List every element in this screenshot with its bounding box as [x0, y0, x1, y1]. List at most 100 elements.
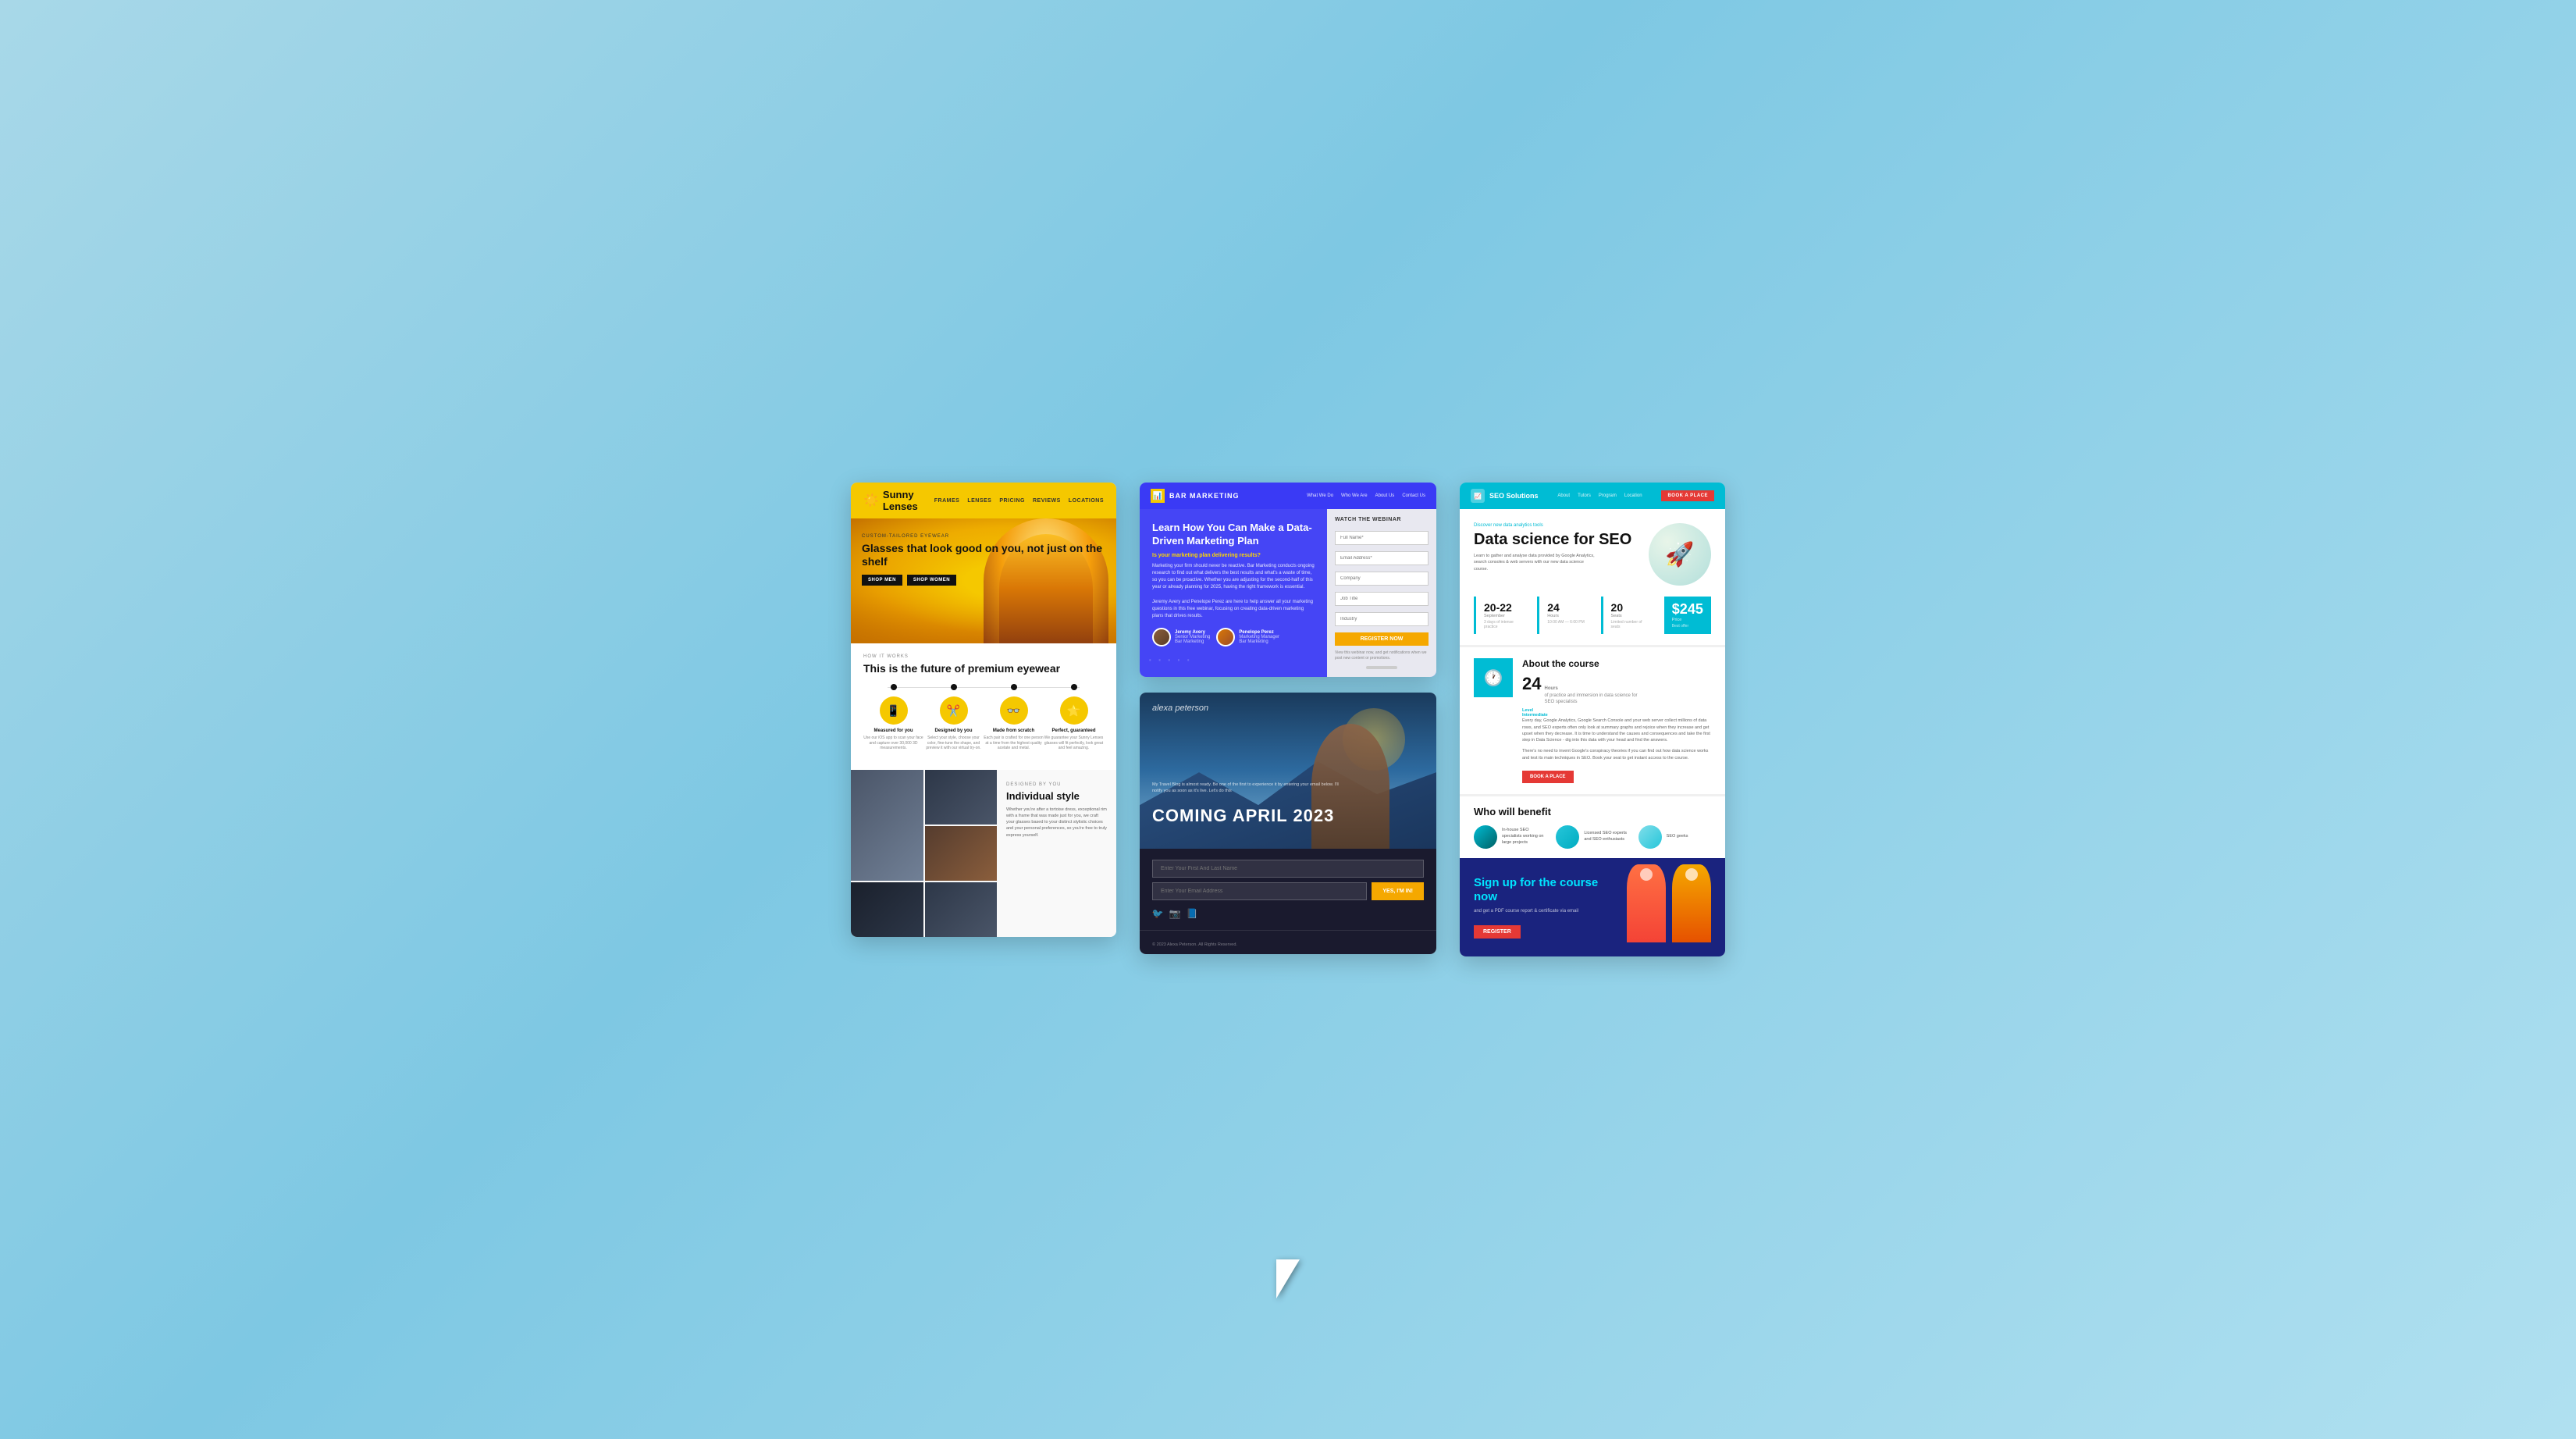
step-desc: Each pair is crafted for one person at a…: [984, 736, 1044, 751]
eyewear-hero-subtitle: CUSTOM-TAILORED EYEWEAR: [862, 534, 1116, 539]
jobtitle-input[interactable]: [1335, 592, 1429, 606]
eyewear-hero-text: CUSTOM-TAILORED EYEWEAR Glasses that loo…: [862, 534, 1116, 586]
marketing-nav-whoweare[interactable]: Who We Are: [1341, 493, 1368, 498]
seo-hero-rocket: 🚀: [1649, 523, 1711, 586]
benefit-icon-1: [1474, 825, 1497, 849]
step-made: 👓 Made from scratch Each pair is crafted…: [984, 684, 1044, 751]
about-hours-num: 24 Hours of practice and immersion in da…: [1522, 674, 1711, 705]
travel-hero: alexa peterson COMING APRIL 2023 My Trav…: [1140, 693, 1436, 849]
marketing-body: Learn How You Can Make a Data-Driven Mar…: [1140, 509, 1436, 677]
marketing-main-title: Learn How You Can Make a Data-Driven Mar…: [1152, 522, 1315, 548]
travel-coming-title: COMING APRIL 2023: [1152, 807, 1334, 825]
speaker-1-info: Jeremy Avery Senior Marketing Bar Market…: [1175, 630, 1210, 644]
deco-dots: · · · · ·: [1147, 651, 1191, 669]
woman-figure: [1627, 864, 1666, 942]
seo-nav-location[interactable]: Location: [1624, 493, 1642, 498]
speaker-2-avatar: [1216, 628, 1235, 646]
speaker-1: Jeremy Avery Senior Marketing Bar Market…: [1152, 628, 1210, 646]
seo-nav-about[interactable]: About: [1557, 493, 1570, 498]
speaker-1-avatar: [1152, 628, 1171, 646]
about-desc-sub: There's no need to invent Google's consp…: [1522, 748, 1711, 761]
about-title: About the course: [1522, 658, 1711, 669]
how-it-works-title: This is the future of premium eyewear: [863, 662, 1104, 675]
eyewear-hero: CUSTOM-TAILORED EYEWEAR Glasses that loo…: [851, 518, 1116, 643]
figure-woman: [1627, 872, 1666, 942]
fullname-input[interactable]: [1335, 531, 1429, 545]
step-dot: [951, 684, 957, 690]
stat-price-sub: Best offer: [1672, 624, 1703, 629]
travel-social-links: 🐦 📷 📘: [1152, 908, 1424, 919]
shop-women-button[interactable]: SHOP WOMEN: [907, 575, 956, 586]
style-desc: Whether you're after a tortoise dress, e…: [1006, 807, 1107, 839]
form-note: View this webinar now, and get notificat…: [1335, 650, 1429, 661]
benefit-1: In-house SEO specialists working on larg…: [1474, 825, 1546, 849]
eyewear-nav-frames[interactable]: FRAMES: [934, 498, 960, 504]
eyewear-navbar: ☀️ Sunny Lenses FRAMES LENSES PRICING RE…: [851, 483, 1116, 518]
marketing-form: WATCH THE WEBINAR REGISTER NOW View this…: [1327, 509, 1436, 677]
how-it-works-section: HOW IT WORKS This is the future of premi…: [851, 643, 1116, 770]
step-perfect: ⭐ Perfect, guaranteed We guarantee your …: [1044, 684, 1104, 751]
facebook-icon[interactable]: 📘: [1187, 908, 1197, 919]
watch-webinar-title: WATCH THE WEBINAR: [1335, 517, 1429, 522]
seo-nav-program[interactable]: Program: [1599, 493, 1617, 498]
twitter-icon[interactable]: 🐦: [1152, 908, 1163, 919]
email-input[interactable]: [1152, 882, 1367, 900]
seo-navbar: 📈 SEO Solutions About Tutors Program Loc…: [1460, 483, 1725, 509]
step-desc: We guarantee your Sunny Lenses glasses w…: [1044, 736, 1104, 751]
marketing-left-content: Learn How You Can Make a Data-Driven Mar…: [1140, 509, 1327, 677]
designed-icon: ✂️: [940, 696, 968, 725]
stat-hours-label: Hours: [1547, 614, 1586, 618]
eyewear-nav-locations[interactable]: LOCATIONS: [1069, 498, 1104, 504]
stat-dates-sub: 3 days of intense practice: [1484, 620, 1523, 629]
benefit-icon-3: [1638, 825, 1662, 849]
seo-nav-tutors[interactable]: Tutors: [1578, 493, 1591, 498]
travel-card: alexa peterson COMING APRIL 2023 My Trav…: [1140, 693, 1436, 954]
stat-dates-label: September: [1484, 614, 1523, 618]
step-name: Measured for you: [873, 728, 913, 733]
marketing-speakers: Jeremy Avery Senior Marketing Bar Market…: [1152, 628, 1315, 646]
step-name: Designed by you: [934, 728, 972, 733]
seo-stats-row: 20-22 September 3 days of intense practi…: [1460, 597, 1725, 645]
travel-hero-desc: My Travel Blog is almost ready. Be one o…: [1152, 782, 1343, 795]
register-now-button[interactable]: REGISTER NOW: [1335, 632, 1429, 646]
marketing-header: 📊 BAR MARKETING What We Do Who We Are Ab…: [1140, 483, 1436, 509]
copyright-text: © 2023 Alexa Peterson. All Rights Reserv…: [1152, 942, 1237, 947]
book-a-place-nav-button[interactable]: BOOK A PLACE: [1661, 490, 1714, 501]
seo-about-section: 🕐 About the course 24 Hours of practice …: [1460, 645, 1725, 794]
marketing-subtitle: Is your marketing plan delivering result…: [1152, 553, 1315, 558]
marketing-nav-contact[interactable]: Contact Us: [1402, 493, 1425, 498]
submit-button[interactable]: YES, I'M IN!: [1372, 882, 1424, 900]
industry-input[interactable]: [1335, 612, 1429, 626]
seo-hero: Discover new data analytics tools Data s…: [1460, 509, 1725, 597]
eyewear-nav-reviews[interactable]: REVIEWS: [1033, 498, 1061, 504]
level-label: Level Intermediate: [1522, 708, 1711, 718]
cursor-arrow: [1276, 1259, 1300, 1298]
seo-hero-text: Discover new data analytics tools Data s…: [1474, 523, 1649, 572]
about-hours-value: 24: [1522, 674, 1541, 694]
sun-icon: ☀️: [863, 493, 879, 508]
shop-men-button[interactable]: SHOP MEN: [862, 575, 902, 586]
book-a-place-button[interactable]: BOOK A PLACE: [1522, 771, 1574, 783]
name-input[interactable]: [1152, 860, 1424, 878]
eyewear-card: ☀️ Sunny Lenses FRAMES LENSES PRICING RE…: [851, 483, 1116, 937]
eyewear-nav-lenses[interactable]: LENSES: [967, 498, 991, 504]
seo-nav-links: About Tutors Program Location: [1557, 493, 1642, 498]
benefit-icon-2: [1556, 825, 1579, 849]
style-text: DESIGNED BY YOU Individual style Whether…: [997, 770, 1116, 937]
marketing-nav-whatwedo[interactable]: What We Do: [1307, 493, 1333, 498]
marketing-nav-about[interactable]: About Us: [1375, 493, 1395, 498]
instagram-icon[interactable]: 📷: [1169, 908, 1180, 919]
seo-logo-text: SEO Solutions: [1489, 492, 1539, 500]
person-image-2: [925, 770, 998, 825]
register-button[interactable]: REGISTER: [1474, 925, 1521, 939]
measured-icon: 📱: [880, 696, 908, 725]
stat-dates: 20-22 September 3 days of intense practi…: [1474, 597, 1531, 634]
benefit-text-3: SEO geeks: [1667, 834, 1688, 840]
company-input[interactable]: [1335, 572, 1429, 586]
travel-footer: © 2023 Alexa Peterson. All Rights Reserv…: [1140, 930, 1436, 954]
cta-figures: [1627, 872, 1711, 942]
email-input[interactable]: [1335, 551, 1429, 565]
cta-sub: and get a PDF course report & certificat…: [1474, 908, 1617, 915]
eyewear-nav-pricing[interactable]: PRICING: [999, 498, 1025, 504]
stat-hours: 24 Hours 10:00 AM — 6:00 PM: [1537, 597, 1594, 634]
